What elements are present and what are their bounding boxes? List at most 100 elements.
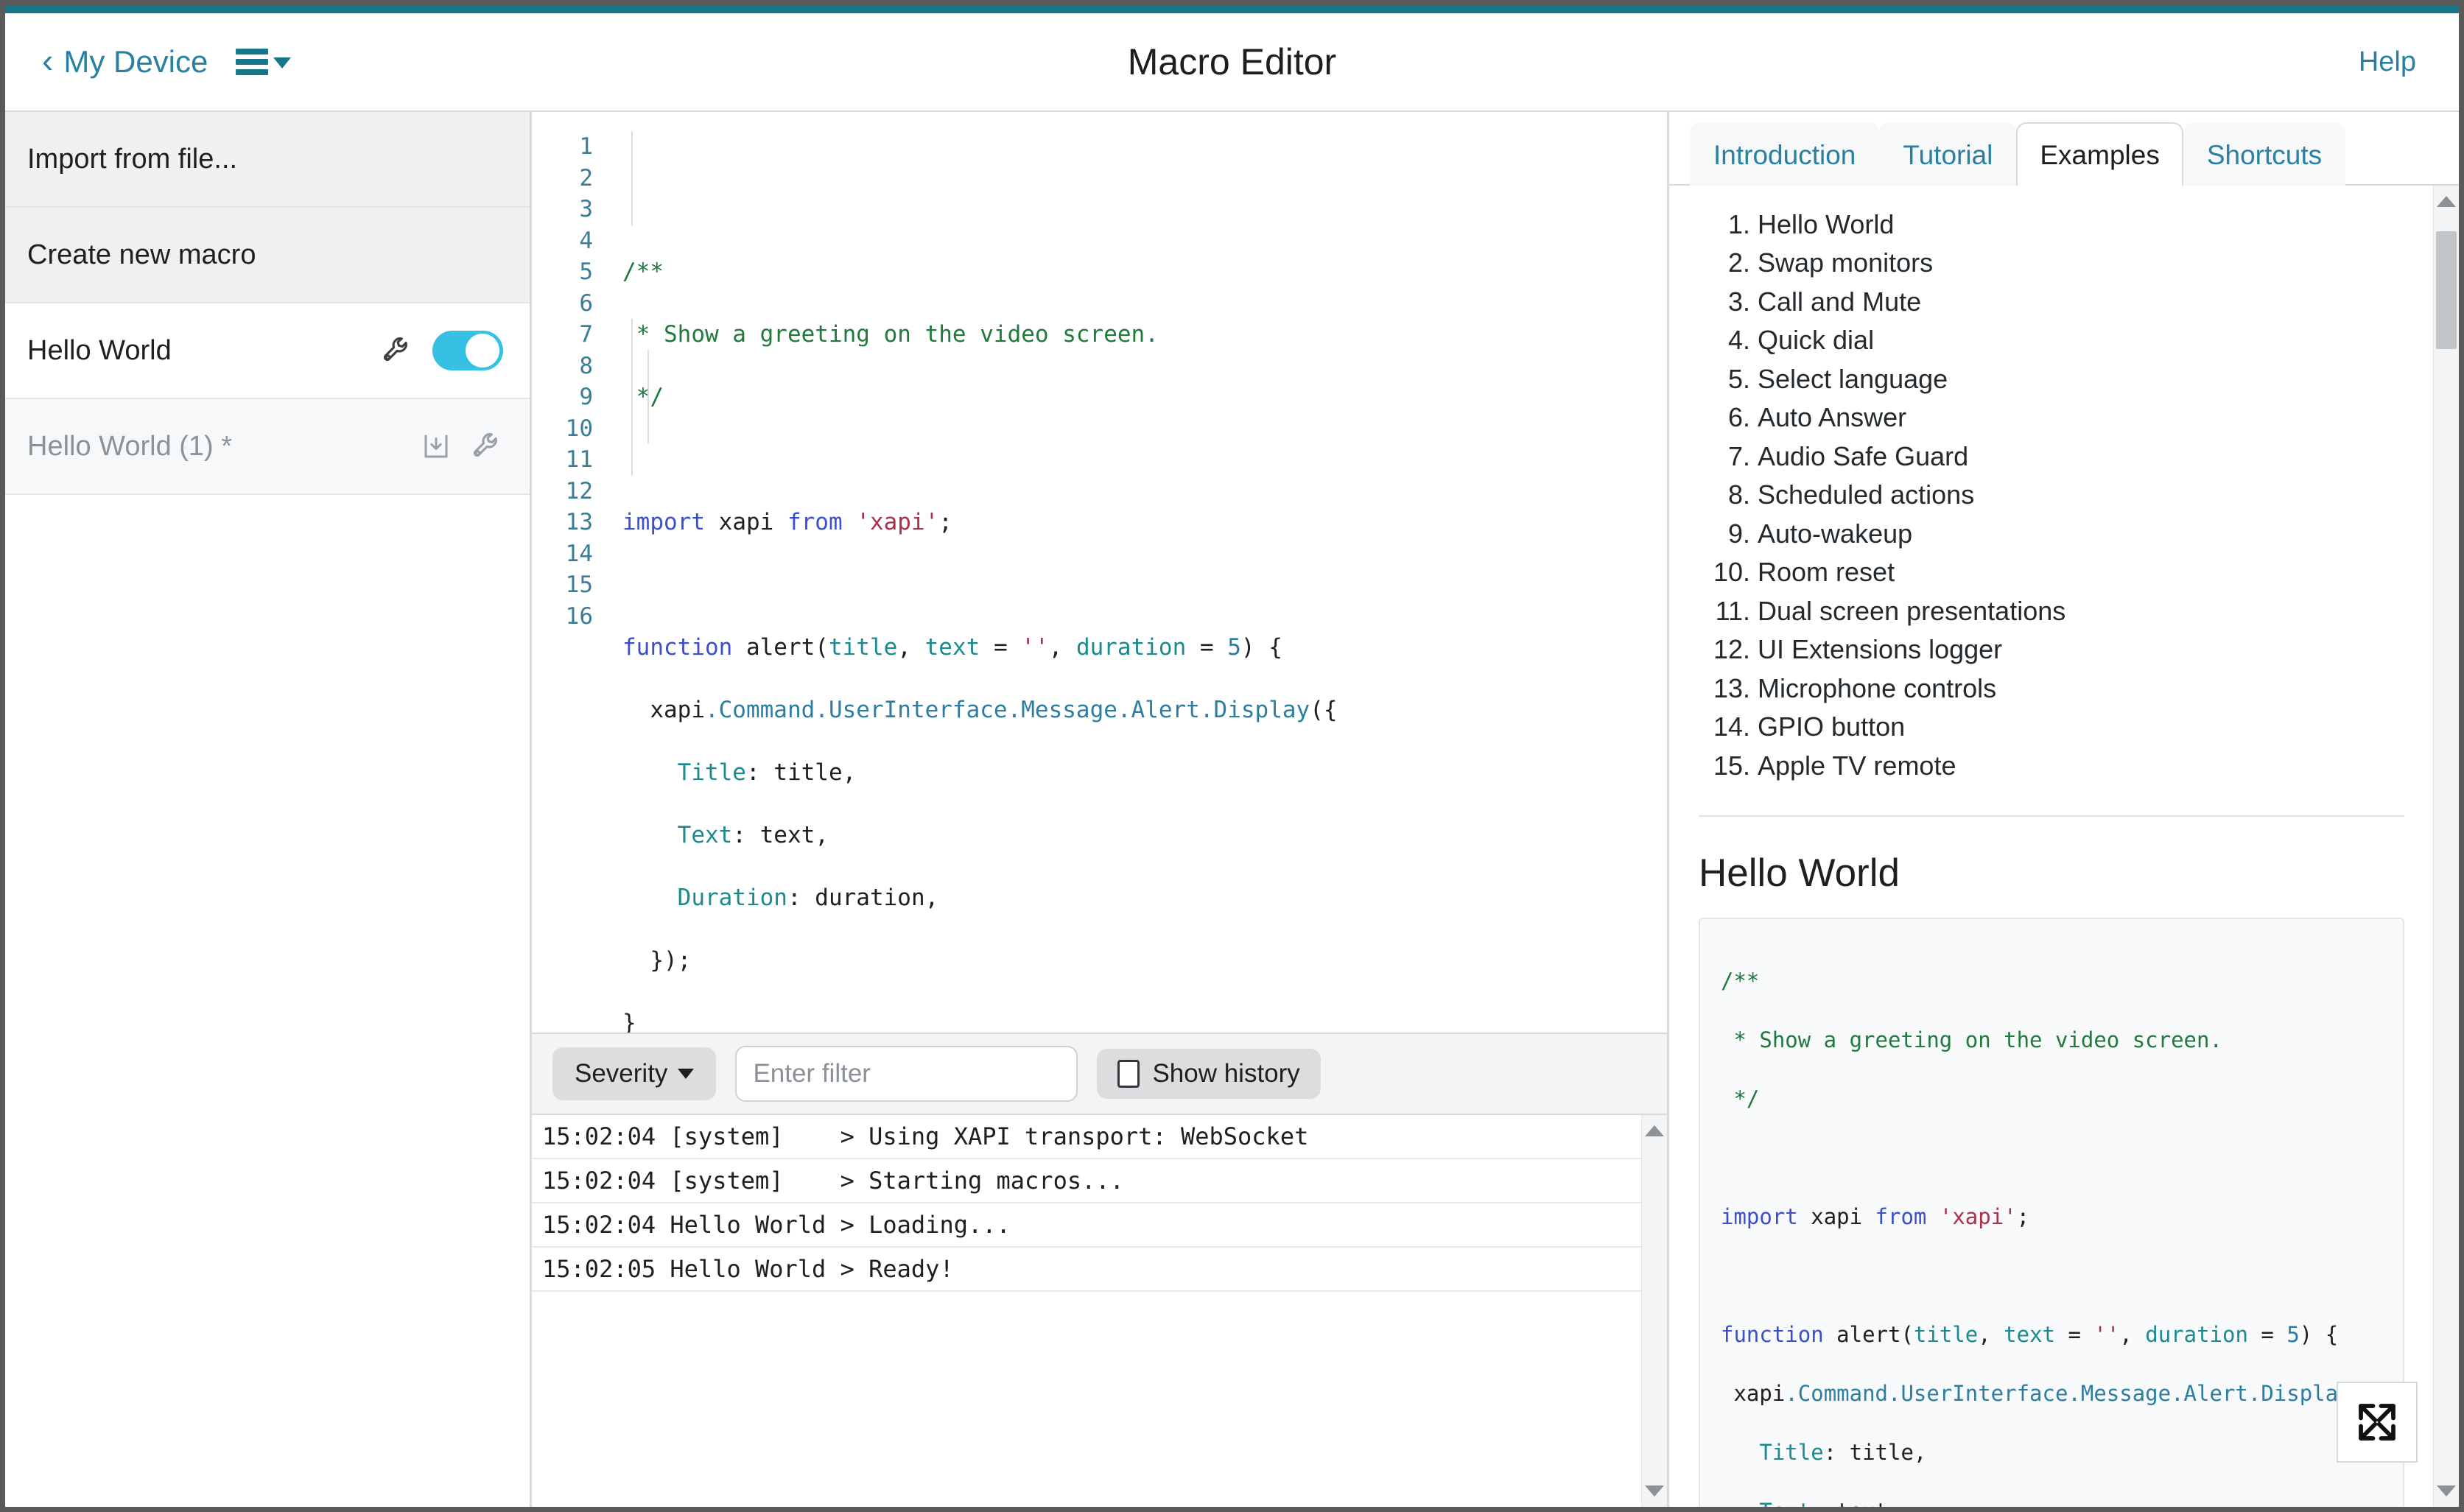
code-line: Text: text, — [1721, 1497, 2382, 1507]
sidebar-item-import-from-file[interactable]: Import from file... — [5, 112, 530, 208]
list-item[interactable]: Auto Answer — [1758, 401, 2404, 435]
list-item[interactable]: Auto-wakeup — [1758, 517, 2404, 551]
line-number: 5 — [579, 259, 593, 285]
code-line: Title: title, — [1759, 1439, 1927, 1465]
line-number: 16 — [565, 602, 593, 630]
header-left-group: ‹ My Device — [5, 41, 292, 80]
chevron-down-icon — [273, 57, 292, 68]
code-line: xapi.Command.UserInterface.Message.Alert… — [622, 697, 1338, 723]
expand-arrows-icon — [2359, 1404, 2395, 1441]
list-item[interactable]: Call and Mute — [1758, 285, 2404, 319]
line-number: 7 — [579, 321, 593, 348]
examples-section: Hello World Swap monitors Call and Mute … — [1669, 186, 2434, 1507]
show-history-label: Show history — [1152, 1059, 1300, 1088]
scroll-up-arrow-icon[interactable] — [1645, 1125, 1664, 1136]
page-title: Macro Editor — [1127, 41, 1337, 82]
line-number: 1 — [579, 133, 593, 160]
severity-label: Severity — [575, 1059, 668, 1088]
sidebar-item-create-new-macro[interactable]: Create new macro — [5, 208, 530, 303]
log-source: [system] — [670, 1122, 826, 1150]
log-time: 15:02:04 — [542, 1211, 656, 1239]
severity-dropdown-button[interactable]: Severity — [552, 1047, 717, 1100]
log-filter-input[interactable] — [735, 1046, 1078, 1102]
wrench-icon[interactable] — [471, 430, 503, 463]
line-number: 11 — [565, 446, 593, 473]
sidebar-item-label: Hello World — [27, 334, 172, 366]
list-item[interactable]: Hello World — [1758, 208, 2404, 242]
list-item[interactable]: Dual screen presentations — [1758, 594, 2404, 628]
tab-introduction[interactable]: Introduction — [1690, 122, 1880, 186]
log-arrow: > — [826, 1255, 869, 1283]
log-time: 15:02:04 — [542, 1167, 656, 1195]
code-line: Text: text, — [677, 822, 829, 848]
line-number: 10 — [565, 415, 593, 442]
chevron-left-icon: ‹ — [42, 41, 54, 80]
log-arrow: > — [826, 1211, 869, 1239]
list-item[interactable]: Scheduled actions — [1758, 478, 2404, 512]
log-scrollbar[interactable] — [1641, 1115, 1667, 1507]
main-body: Import from file... Create new macro Hel… — [5, 112, 2459, 1507]
center-column: 1 2 3 4 5 6 7 8 9 10 11 12 13 14 15 16 /… — [532, 112, 1667, 1507]
list-item[interactable]: Microphone controls — [1758, 672, 2404, 706]
log-source: [system] — [670, 1167, 826, 1195]
indent-guide — [631, 319, 633, 476]
log-time: 15:02:04 — [542, 1122, 656, 1150]
list-item[interactable]: GPIO button — [1758, 710, 2404, 744]
list-item[interactable]: Select language — [1758, 362, 2404, 396]
scroll-down-arrow-icon[interactable] — [1645, 1485, 1664, 1497]
list-item[interactable]: Room reset — [1758, 555, 2404, 589]
save-download-icon[interactable] — [421, 431, 452, 462]
show-history-checkbox[interactable]: Show history — [1097, 1049, 1321, 1099]
code-line: Title: title, — [677, 759, 857, 786]
tab-examples[interactable]: Examples — [2016, 122, 2183, 186]
line-number: 14 — [565, 540, 593, 567]
indent-guide — [647, 350, 649, 444]
code-line: /** — [1721, 968, 1760, 994]
list-item[interactable]: Audio Safe Guard — [1758, 440, 2404, 474]
help-link[interactable]: Help — [2359, 46, 2416, 77]
line-number: 8 — [579, 352, 593, 379]
line-number: 9 — [579, 384, 593, 410]
menu-dropdown-button[interactable] — [236, 49, 292, 75]
log-message: Using XAPI transport: WebSocket — [868, 1122, 1309, 1150]
line-number-gutter: 1 2 3 4 5 6 7 8 9 10 11 12 13 14 15 16 — [532, 112, 609, 1033]
line-number: 12 — [565, 477, 593, 504]
line-number: 3 — [579, 196, 593, 222]
code-line: } — [622, 1010, 636, 1033]
scroll-down-arrow-icon[interactable] — [2437, 1485, 2456, 1497]
help-side-panel: Introduction Tutorial Examples Shortcuts… — [1667, 112, 2459, 1507]
macro-editor-window: ‹ My Device Macro Editor Help Import fro… — [0, 0, 2464, 1512]
log-arrow: > — [840, 1167, 869, 1195]
list-item[interactable]: UI Extensions logger — [1758, 633, 2404, 667]
list-item[interactable]: Apple TV remote — [1758, 749, 2404, 783]
back-link-label: My Device — [63, 44, 208, 79]
log-filter-toolbar: Severity Show history — [532, 1034, 1667, 1115]
sidebar-item-hello-world-1[interactable]: Hello World (1) * — [5, 399, 530, 495]
code-line: * Show a greeting on the video screen. — [1721, 1027, 2222, 1052]
help-panel-scrollbar[interactable] — [2433, 186, 2459, 1507]
log-source: Hello World — [670, 1255, 826, 1283]
back-to-my-device-link[interactable]: ‹ My Device — [42, 41, 208, 80]
log-output-panel: 15:02:04 [system] > Using XAPI transport… — [532, 1115, 1667, 1507]
code-line: /** — [622, 259, 664, 285]
list-item[interactable]: Quick dial — [1758, 323, 2404, 357]
scroll-up-arrow-icon[interactable] — [2437, 196, 2456, 207]
wrench-icon[interactable] — [381, 334, 413, 367]
help-panel-content: Hello World Swap monitors Call and Mute … — [1669, 186, 2459, 1507]
tab-tutorial[interactable]: Tutorial — [1879, 122, 2017, 186]
log-message: Starting macros... — [868, 1167, 1124, 1195]
sidebar-item-hello-world[interactable]: Hello World — [5, 303, 530, 399]
macro-enable-toggle[interactable] — [432, 331, 503, 370]
code-line: * Show a greeting on the video screen. — [622, 321, 1159, 348]
log-rows: 15:02:04 [system] > Using XAPI transport… — [532, 1115, 1667, 1292]
tab-shortcuts[interactable]: Shortcuts — [2183, 122, 2346, 186]
scrollbar-thumb[interactable] — [2436, 231, 2457, 349]
list-item[interactable]: Swap monitors — [1758, 246, 2404, 280]
code-editor[interactable]: 1 2 3 4 5 6 7 8 9 10 11 12 13 14 15 16 /… — [532, 112, 1667, 1034]
code-text-area[interactable]: /** * Show a greeting on the video scree… — [609, 112, 1667, 1033]
log-message: Ready! — [868, 1255, 954, 1283]
sidebar-item-actions — [381, 331, 503, 370]
chevron-down-icon — [678, 1069, 695, 1079]
sidebar-item-label: Import from file... — [27, 143, 238, 175]
expand-panel-button[interactable] — [2337, 1382, 2418, 1463]
